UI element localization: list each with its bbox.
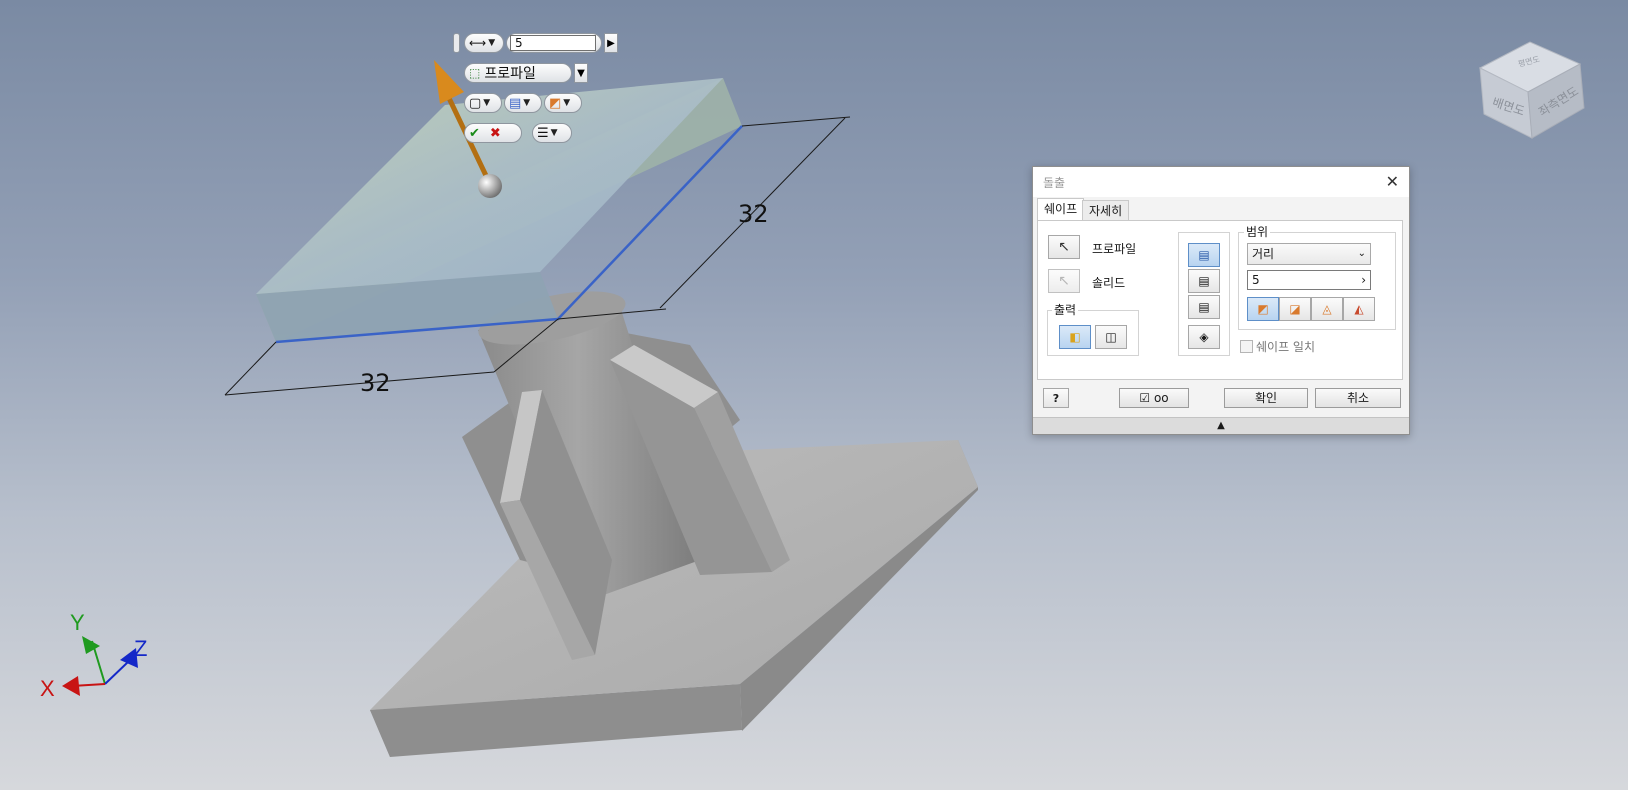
output-solid-button[interactable]: ◧ (1059, 325, 1091, 349)
cut-icon: ▤ (1198, 274, 1210, 288)
chevron-right-icon[interactable]: › (1361, 271, 1366, 289)
output-surface-button[interactable]: ◫ (1095, 325, 1127, 349)
dialog-titlebar[interactable]: 돌출 ✕ (1033, 167, 1409, 197)
help-icon: ? (1052, 391, 1060, 405)
dialog-title: 돌출 (1043, 176, 1066, 190)
tab-shape[interactable]: 쉐이프 (1037, 198, 1085, 221)
solid-label: 솔리드 (1092, 276, 1126, 290)
distance-icon: ⟷ (469, 36, 487, 50)
tab-more[interactable]: 자세히 (1082, 200, 1130, 220)
chevron-down-icon: ▼ (488, 38, 496, 48)
direction-default-button[interactable]: ◩ (1247, 297, 1279, 321)
options-menu-button[interactable]: ☰ ▼ (532, 123, 572, 143)
direction-asymmetric-icon: ◭ (1354, 302, 1364, 316)
profile-select-button[interactable]: ⬚ 프로파일 (464, 63, 572, 83)
direction-flipped-button[interactable]: ◪ (1279, 297, 1311, 321)
axis-triad: Y Z X (40, 610, 147, 701)
extrude-dialog: 돌출 ✕ 쉐이프 자세히 ↖ 프로파일 ↖ 솔리드 출력 ◧ ◫ ▤ ▤ ▤ ◈… (1032, 166, 1410, 435)
extents-type-value: 거리 (1252, 247, 1275, 261)
cut-button[interactable]: ▤ (1188, 269, 1220, 293)
chevron-down-icon: ▼ (523, 98, 531, 108)
surface-cube-icon: ◫ (1105, 330, 1117, 344)
view-cube[interactable]: 배면도 좌측면도 평면도 (1470, 34, 1590, 144)
new-solid-button[interactable]: ◈ (1188, 325, 1220, 349)
profile-select-button[interactable]: ↖ (1048, 235, 1080, 259)
axis-y-label: Y (70, 610, 85, 635)
direction-symmetric-button[interactable]: ◬ (1311, 297, 1343, 321)
expand-dialog-strip[interactable]: ▲ (1033, 417, 1409, 434)
solid-select-button[interactable]: ↖ (1048, 269, 1080, 293)
dimension-left-value[interactable]: 32 (360, 369, 391, 397)
direction-symmetric-icon: ◬ (1322, 302, 1332, 316)
direction-asymmetric-button[interactable]: ◭ (1343, 297, 1375, 321)
chevron-down-icon: ▼ (483, 98, 491, 108)
profile-select-label: 프로파일 (484, 66, 536, 82)
join-button[interactable]: ▤ (1188, 243, 1220, 267)
output-type-button[interactable]: ▢ ▼ (464, 93, 502, 113)
confirm-cancel-group: ✔ ✖ (464, 123, 522, 143)
glasses-icon: oo (1153, 391, 1169, 405)
checkbox-checked-icon: ☑ (1139, 391, 1151, 405)
extrusion-preview[interactable] (256, 78, 743, 344)
chevron-down-icon: ⌄ (1357, 248, 1366, 259)
chevron-up-icon: ▲ (1217, 420, 1225, 431)
join-icon: ▤ (1198, 248, 1210, 262)
extents-group-label: 범위 (1244, 223, 1271, 240)
match-shape-checkbox[interactable] (1240, 340, 1253, 353)
dimension-right-value[interactable]: 32 (738, 200, 769, 228)
direction-flipped-icon: ◪ (1289, 302, 1301, 316)
mini-toolbar-grip[interactable] (453, 33, 460, 53)
shape-tab-panel: ↖ 프로파일 ↖ 솔리드 출력 ◧ ◫ ▤ ▤ ▤ ◈ 범위 거리 ⌄ 5 › … (1037, 220, 1403, 380)
distance-apply-arrow-icon[interactable]: ▶ (604, 33, 618, 53)
boolean-join-button[interactable]: ▤ ▼ (504, 93, 542, 113)
intersect-button[interactable]: ▤ (1188, 295, 1220, 319)
solid-cube-icon: ◧ (1069, 330, 1081, 344)
output-group-label: 출력 (1052, 301, 1079, 318)
direction-default-icon: ◩ (1257, 302, 1269, 316)
chevron-down-icon: ▼ (563, 98, 571, 108)
check-icon[interactable]: ✔ (469, 126, 480, 141)
chevron-down-icon: ▼ (550, 128, 558, 138)
axis-z-label: Z (134, 636, 147, 661)
axis-x-label: X (40, 676, 55, 701)
distance-input[interactable]: 5 › (1247, 270, 1371, 290)
ok-button[interactable]: 확인 (1224, 388, 1308, 408)
close-icon[interactable]: ✖ (490, 126, 501, 141)
profile-dropdown-icon[interactable]: ▼ (574, 63, 588, 83)
extents-type-select[interactable]: 거리 ⌄ (1247, 243, 1371, 265)
direction-button[interactable]: ◩ ▼ (544, 93, 582, 113)
cursor-arrow-icon: ↖ (1058, 239, 1070, 255)
solid-output-icon: ▢ (469, 95, 482, 111)
distance-field-wrap: 5 (506, 33, 602, 53)
distance-type-button[interactable]: ⟷ ▼ (464, 33, 504, 53)
options-list-icon: ☰ (537, 125, 549, 141)
new-solid-icon: ◈ (1199, 330, 1209, 344)
match-shape-label: 쉐이프 일치 (1256, 340, 1316, 354)
cancel-button[interactable]: 취소 (1315, 388, 1401, 408)
close-icon[interactable]: ✕ (1386, 172, 1399, 191)
profile-select-icon: ⬚ (469, 66, 481, 80)
help-button[interactable]: ? (1043, 388, 1069, 408)
distance-value: 5 (1252, 273, 1260, 287)
join-icon: ▤ (509, 95, 522, 111)
direction-icon: ◩ (549, 95, 562, 111)
3d-viewport[interactable]: 32 32 Y Z X 배면도 좌측면도 평면도 ⟷ ▼ 5 ▶ ⬚ 프로파일 … (0, 0, 1628, 790)
distance-input[interactable]: 5 (510, 35, 596, 51)
profile-label: 프로파일 (1092, 242, 1137, 256)
cursor-arrow-icon: ↖ (1058, 273, 1070, 289)
preview-toggle[interactable]: ☑ oo (1119, 388, 1189, 408)
intersect-icon: ▤ (1198, 300, 1210, 314)
